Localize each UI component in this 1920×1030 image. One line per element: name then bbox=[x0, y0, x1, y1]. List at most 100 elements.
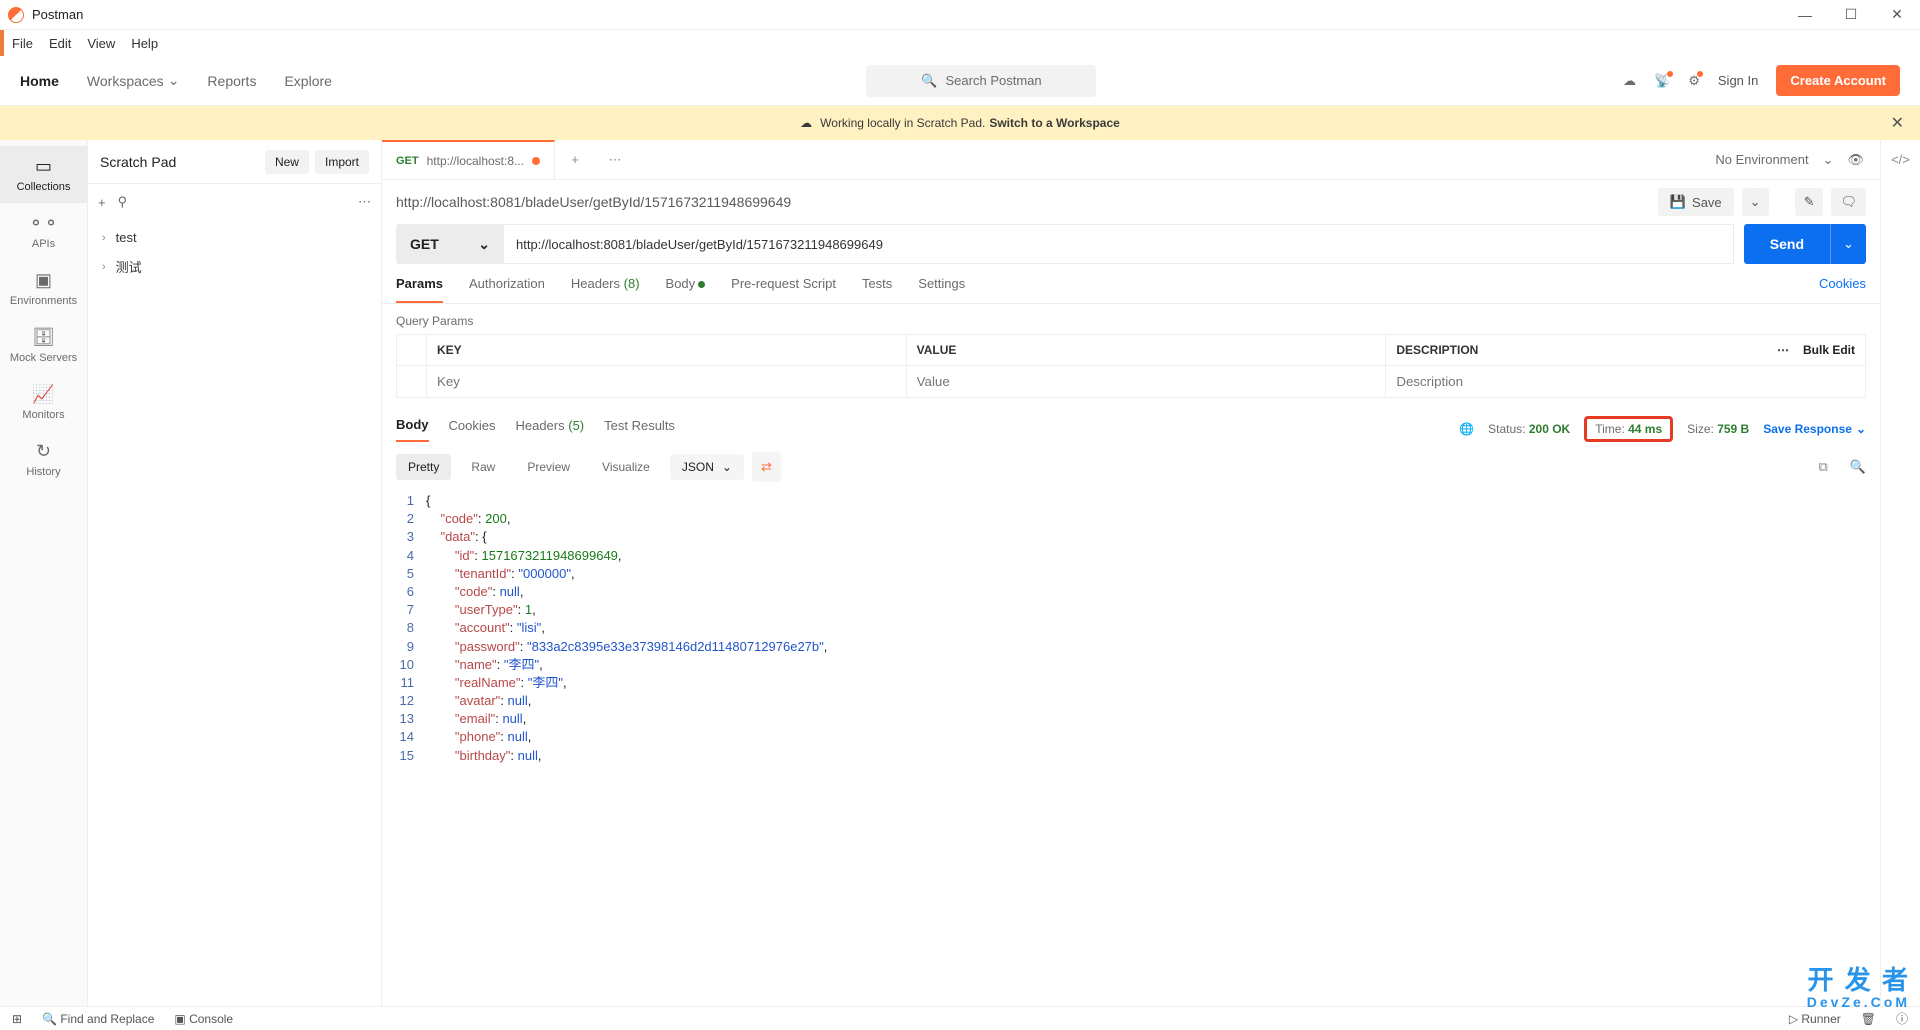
send-dropdown[interactable]: ⌄ bbox=[1830, 224, 1866, 264]
menu-help[interactable]: Help bbox=[131, 36, 158, 51]
window-close-button[interactable]: ✕ bbox=[1874, 6, 1920, 23]
search-icon: 🔍 bbox=[921, 73, 937, 89]
tree-item-ceshi[interactable]: ›测试 bbox=[88, 251, 381, 282]
window-maximize-button[interactable]: ☐ bbox=[1828, 6, 1874, 23]
global-search[interactable]: 🔍 Search Postman bbox=[866, 65, 1096, 97]
menu-view[interactable]: View bbox=[87, 36, 115, 51]
rail-monitors[interactable]: 📈Monitors bbox=[0, 374, 87, 431]
runner-button[interactable]: ▷ Runner bbox=[1789, 1012, 1841, 1026]
comment-icon[interactable]: 🗨 bbox=[1831, 188, 1866, 216]
bulk-edit-button[interactable]: Bulk Edit bbox=[1803, 343, 1855, 357]
tab-tests[interactable]: Tests bbox=[862, 276, 892, 303]
help-icon[interactable]: ⓘ bbox=[1896, 1010, 1908, 1027]
new-tab-button[interactable]: + bbox=[555, 140, 595, 179]
window-titlebar: Postman — ☐ ✕ bbox=[0, 0, 1920, 30]
tab-more-button[interactable]: ⋯ bbox=[595, 140, 635, 179]
view-visualize[interactable]: Visualize bbox=[590, 454, 662, 480]
side-panel-header: Scratch Pad New Import bbox=[88, 140, 381, 184]
tab-prerequest[interactable]: Pre-request Script bbox=[731, 276, 836, 303]
save-dropdown[interactable]: ⌄ bbox=[1742, 188, 1769, 216]
monitors-icon: 📈 bbox=[0, 384, 87, 405]
view-preview[interactable]: Preview bbox=[515, 454, 582, 480]
save-icon: 💾 bbox=[1670, 194, 1686, 210]
method-dropdown[interactable]: GET⌄ bbox=[396, 224, 504, 264]
tab-headers[interactable]: Headers (8) bbox=[571, 276, 640, 303]
format-dropdown[interactable]: JSON⌄ bbox=[670, 454, 744, 480]
nav-explore[interactable]: Explore bbox=[284, 73, 331, 89]
settings-gear-icon[interactable]: ⚙ bbox=[1688, 73, 1700, 89]
menu-edit[interactable]: Edit bbox=[49, 36, 71, 51]
menu-file[interactable]: File bbox=[12, 36, 33, 51]
sidebar-toggle-icon[interactable]: ⊞ bbox=[12, 1012, 22, 1026]
resp-tab-body[interactable]: Body bbox=[396, 417, 429, 442]
chevron-down-icon: ⌄ bbox=[168, 72, 180, 89]
find-replace-button[interactable]: 🔍 Find and Replace bbox=[42, 1012, 154, 1026]
env-quicklook-icon[interactable]: 👁 bbox=[1847, 152, 1864, 168]
switch-workspace-link[interactable]: Switch to a Workspace bbox=[989, 116, 1119, 130]
satellite-icon[interactable]: 📡 bbox=[1654, 73, 1670, 89]
send-button[interactable]: Send bbox=[1744, 224, 1830, 264]
copy-icon[interactable]: ⧉ bbox=[1819, 459, 1828, 475]
rail-mock-servers[interactable]: 🗄Mock Servers bbox=[0, 317, 87, 374]
request-tab[interactable]: GET http://localhost:8... bbox=[382, 140, 555, 179]
view-raw[interactable]: Raw bbox=[459, 454, 507, 480]
new-button[interactable]: New bbox=[265, 150, 309, 174]
edit-icon[interactable]: ✎ bbox=[1795, 188, 1824, 216]
search-response-icon[interactable]: 🔍 bbox=[1850, 459, 1866, 475]
rail-history[interactable]: ↻History bbox=[0, 431, 87, 488]
tab-params[interactable]: Params bbox=[396, 276, 443, 303]
url-input[interactable] bbox=[504, 224, 1734, 264]
nav-reports[interactable]: Reports bbox=[207, 73, 256, 89]
wrap-lines-icon[interactable]: ⇄ bbox=[752, 452, 781, 482]
rail-collections[interactable]: ▭Collections bbox=[0, 146, 87, 203]
history-icon: ↻ bbox=[0, 441, 87, 462]
param-value-input[interactable] bbox=[917, 374, 1376, 389]
tab-authorization[interactable]: Authorization bbox=[469, 276, 545, 303]
trash-icon[interactable]: 🗑 bbox=[1861, 1012, 1876, 1026]
banner-close-button[interactable]: ✕ bbox=[1891, 113, 1904, 133]
window-minimize-button[interactable]: — bbox=[1782, 7, 1828, 23]
mock-servers-icon: 🗄 bbox=[0, 327, 87, 348]
chevron-down-icon[interactable]: ⌄ bbox=[1823, 152, 1834, 168]
save-response-button[interactable]: Save Response ⌄ bbox=[1763, 422, 1866, 436]
filter-icon[interactable]: ⚲ bbox=[118, 194, 128, 210]
banner-text: Working locally in Scratch Pad. bbox=[820, 116, 985, 130]
rail-environments[interactable]: ▣Environments bbox=[0, 260, 87, 317]
environment-selector[interactable]: No Environment bbox=[1715, 152, 1808, 167]
nav-home[interactable]: Home bbox=[20, 73, 59, 89]
response-body[interactable]: 1{2 "code": 200,3 "data": {4 "id": 15716… bbox=[382, 492, 1880, 1006]
apis-icon: ⚬⚬ bbox=[0, 213, 87, 234]
rail-apis[interactable]: ⚬⚬APIs bbox=[0, 203, 87, 260]
cookies-link[interactable]: Cookies bbox=[1819, 276, 1866, 303]
postman-logo-icon bbox=[8, 7, 24, 23]
globe-icon[interactable]: 🌐 bbox=[1459, 422, 1474, 436]
chevron-down-icon: ⌄ bbox=[1856, 422, 1866, 436]
create-account-button[interactable]: Create Account bbox=[1776, 65, 1900, 96]
param-key-input[interactable] bbox=[437, 374, 896, 389]
more-icon[interactable]: ⋯ bbox=[1777, 343, 1789, 357]
view-pretty[interactable]: Pretty bbox=[396, 454, 451, 480]
save-button[interactable]: 💾Save bbox=[1658, 188, 1734, 216]
code-icon[interactable]: </> bbox=[1891, 152, 1910, 167]
status-label: Status: 200 OK bbox=[1488, 422, 1570, 436]
tab-settings[interactable]: Settings bbox=[918, 276, 965, 303]
import-button[interactable]: Import bbox=[315, 150, 369, 174]
cloud-sync-icon[interactable]: ☁ bbox=[1623, 73, 1636, 89]
tree-item-test[interactable]: ›test bbox=[88, 224, 381, 251]
sign-in-link[interactable]: Sign In bbox=[1718, 73, 1758, 88]
right-rail: </> bbox=[1880, 140, 1920, 1006]
environments-icon: ▣ bbox=[0, 270, 87, 291]
chevron-right-icon: › bbox=[102, 261, 106, 273]
resp-tab-cookies[interactable]: Cookies bbox=[449, 418, 496, 441]
tab-body[interactable]: Body bbox=[666, 276, 706, 303]
resp-tab-test-results[interactable]: Test Results bbox=[604, 418, 675, 441]
nav-workspaces[interactable]: Workspaces⌄ bbox=[87, 72, 180, 89]
resp-tab-headers[interactable]: Headers (5) bbox=[515, 418, 584, 441]
console-button[interactable]: ▣ Console bbox=[174, 1012, 233, 1026]
window-title: Postman bbox=[32, 7, 83, 22]
more-icon[interactable]: ⋯ bbox=[358, 194, 371, 210]
add-icon[interactable]: + bbox=[98, 195, 106, 210]
request-tabs: GET http://localhost:8... + ⋯ No Environ… bbox=[382, 140, 1880, 180]
collections-icon: ▭ bbox=[0, 156, 87, 177]
param-desc-input[interactable] bbox=[1396, 374, 1855, 389]
